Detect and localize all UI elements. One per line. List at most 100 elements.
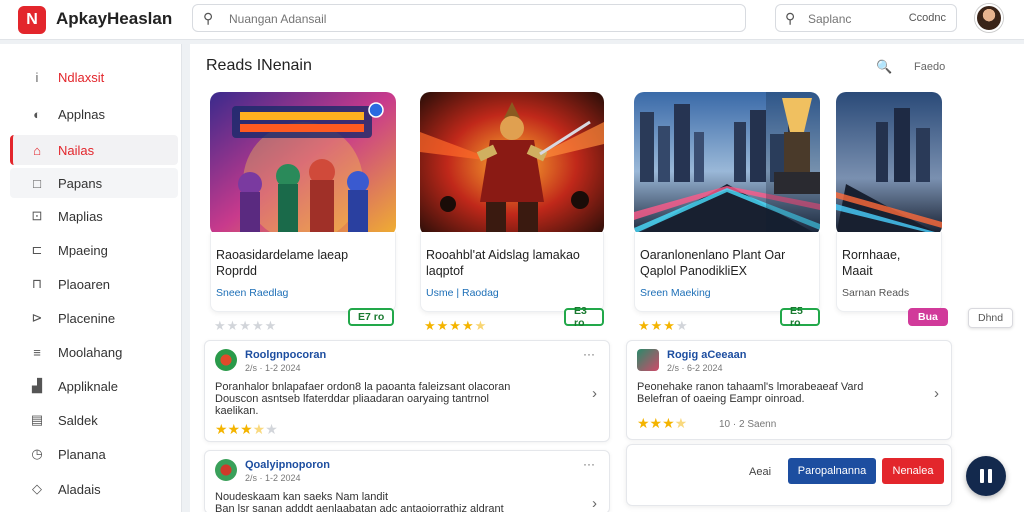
sidebar-item-label: Plaoaren	[58, 276, 111, 292]
app-developer[interactable]: Sneen Raedlag	[216, 287, 288, 299]
sidebar-item-1[interactable]: ◐ Applnas	[10, 99, 178, 129]
reviewer-name[interactable]: Roolgnpocoran	[245, 349, 326, 361]
app-developer[interactable]: Usme | Raodag	[426, 287, 499, 299]
apps-icon: ◐	[33, 106, 41, 122]
search-bar[interactable]: ⚲	[192, 4, 746, 32]
app-title: Oaranlonenlano Plant Oar Qaplol Panodikli…	[640, 247, 785, 279]
map-icon: ⊡	[31, 208, 43, 223]
app-logo[interactable]: N	[18, 6, 46, 34]
primary-button[interactable]: Paropalnanna	[788, 458, 876, 484]
clock-icon: ◷	[31, 446, 43, 461]
app-title-line: Raoasidardelame laeap	[216, 248, 349, 262]
app-title: Rooahbl'at Aidslag lamakao laqptof	[426, 247, 580, 279]
sidebar-item-8[interactable]: ≡ Moolahang	[10, 337, 178, 367]
filter-icon[interactable]: 🔍	[876, 59, 892, 75]
box-icon: ⊏	[31, 242, 43, 257]
sidebar-item-11[interactable]: ◷ Planana	[10, 439, 178, 469]
app-title-line: laqptof	[426, 264, 464, 278]
review-line: Noudeskaam kan saeks Nam landit	[215, 491, 389, 503]
top-bar: N ApkayHeaslan ⚲ ⚲ Ccodnc	[0, 0, 1024, 40]
review-card[interactable]: Rogig aCeeaan 2/s · 6-2 2024 Peonehake r…	[626, 340, 952, 440]
reviewer-name[interactable]: Qoalyipnoporon	[245, 459, 330, 471]
review-card[interactable]: Qoalyipnoporon 2/s · 1-2 2024 ··· Noudes…	[204, 450, 610, 512]
app-thumbnail	[634, 92, 820, 236]
pause-button[interactable]	[966, 456, 1006, 496]
chevron-right-icon[interactable]: ›	[592, 385, 597, 402]
secondary-search-extra[interactable]: Ccodnc	[909, 12, 946, 24]
app-developer[interactable]: Sarnan Reads	[842, 287, 909, 299]
search-input[interactable]	[229, 11, 729, 27]
sidebar: i Ndlaxsit ◐ Applnas ⌂ Nailas □ Papans ⊡…	[0, 44, 182, 512]
price-badge[interactable]: E7 ro	[348, 308, 395, 326]
review-line: Douscon asntseb lfaterddar pliaadaran oa…	[215, 393, 489, 405]
danger-button[interactable]: Nenalea	[882, 458, 944, 484]
sidebar-item-label: Planana	[58, 446, 106, 462]
pill-button[interactable]: Dhnd	[968, 308, 1014, 328]
app-thumbnail	[836, 92, 942, 236]
review-line: kaelikan.	[215, 405, 259, 417]
price-badge[interactable]: E3 ro	[564, 305, 604, 329]
review-card[interactable]: Roolgnpocoran 2/s · 1-2 2024 ··· Poranha…	[204, 340, 610, 442]
price-badge[interactable]: Bua	[908, 308, 948, 326]
app-title-line: Rooahbl'at Aidslag lamakao	[426, 248, 580, 262]
more-icon[interactable]: ···	[583, 347, 595, 361]
main-content: Reads INenain 🔍 Faedo Raoasidardelame la…	[190, 44, 1024, 512]
reviewer-name[interactable]: Rogig aCeeaan	[667, 349, 746, 361]
chevron-right-icon[interactable]: ›	[592, 495, 597, 512]
review-body: Peonehake ranon tahaaml's lmorabeaeaf Va…	[637, 381, 863, 405]
section-action-label[interactable]: Faedo	[914, 61, 945, 73]
sidebar-item-label: Mpaeing	[58, 242, 108, 258]
review-line: Peonehake ranon tahaaml's lmorabeaeaf Va…	[637, 381, 864, 393]
sidebar-item-2[interactable]: ⌂ Nailas	[10, 135, 178, 165]
game-art-warrior	[420, 92, 604, 236]
app-title-line: Qaplol PanodikliEX	[640, 264, 748, 278]
sidebar-item-6[interactable]: ⊓ Plaoaren	[10, 269, 178, 299]
calendar-icon: ▤	[30, 412, 44, 427]
app-title-line: Rornhaae,	[842, 248, 901, 262]
sidebar-item-10[interactable]: ▤ Saldek	[10, 405, 178, 435]
price-badge[interactable]: E5 ro	[780, 305, 820, 329]
rating-stars: ★★★★★	[214, 318, 278, 333]
app-title-line: Oaranlonenlano Plant Oar	[640, 248, 786, 262]
tag-icon: ⊳	[31, 310, 43, 325]
app-title: Rornhaae, Maait	[842, 247, 900, 279]
sidebar-item-label: Maplias	[58, 208, 103, 224]
sidebar-item-7[interactable]: ⊳ Placenine	[10, 303, 178, 333]
rating-stars: ★★★★★	[215, 421, 278, 437]
app-title-line: Roprdd	[216, 264, 257, 278]
chevron-right-icon[interactable]: ›	[934, 385, 939, 402]
reviewer-avatar	[215, 349, 237, 371]
diamond-icon: ◇	[32, 481, 42, 496]
sidebar-item-5[interactable]: ⊏ Mpaeing	[10, 235, 178, 265]
app-card[interactable]: Rornhaae, Maait Sarnan Reads Bua	[836, 92, 948, 326]
secondary-search-bar[interactable]: ⚲ Ccodnc	[775, 4, 957, 32]
sidebar-item-3[interactable]: □ Papans	[10, 168, 178, 198]
logo-glyph: N	[26, 11, 38, 28]
app-card[interactable]: Oaranlonenlano Plant Oar Qaplol Panodikli…	[634, 92, 820, 333]
sidebar-item-label: Placenine	[58, 310, 116, 326]
more-icon[interactable]: ···	[583, 457, 595, 471]
app-card[interactable]: Raoasidardelame laeap Roprdd Sneen Raedla…	[210, 92, 396, 333]
home-icon: ⌂	[33, 142, 41, 158]
sidebar-item-label: Saldek	[58, 412, 98, 428]
user-avatar[interactable]	[975, 4, 1003, 32]
chart-icon: ▟	[32, 378, 42, 393]
secondary-search-input[interactable]	[808, 11, 892, 27]
sidebar-item-4[interactable]: ⊡ Maplias	[10, 201, 178, 231]
app-title-line: Maait	[842, 264, 873, 278]
sidebar-item-12[interactable]: ◇ Aladais	[10, 474, 178, 504]
rating-stars: ★★★★	[638, 318, 689, 333]
section-title: Reads INenain	[206, 57, 312, 74]
info-icon: i	[35, 69, 39, 85]
text-link-button[interactable]: Aeai	[749, 466, 771, 478]
game-art-heroes	[210, 92, 396, 236]
review-meta: 2/s · 1-2 2024	[245, 363, 301, 373]
search-icon: ⚲	[203, 10, 214, 26]
sidebar-item-9[interactable]: ▟ Appliknale	[10, 371, 178, 401]
reviewer-avatar	[637, 349, 659, 371]
review-line: Poranhalor bnlapafaer ordon8 la paoanta …	[215, 381, 511, 393]
app-developer[interactable]: Sreen Maeking	[640, 287, 711, 299]
sidebar-item-0[interactable]: i Ndlaxsit	[10, 62, 178, 92]
sidebar-item-label: Ndlaxsit	[58, 69, 105, 85]
app-card[interactable]: Rooahbl'at Aidslag lamakao laqptof Usme |…	[420, 92, 604, 333]
